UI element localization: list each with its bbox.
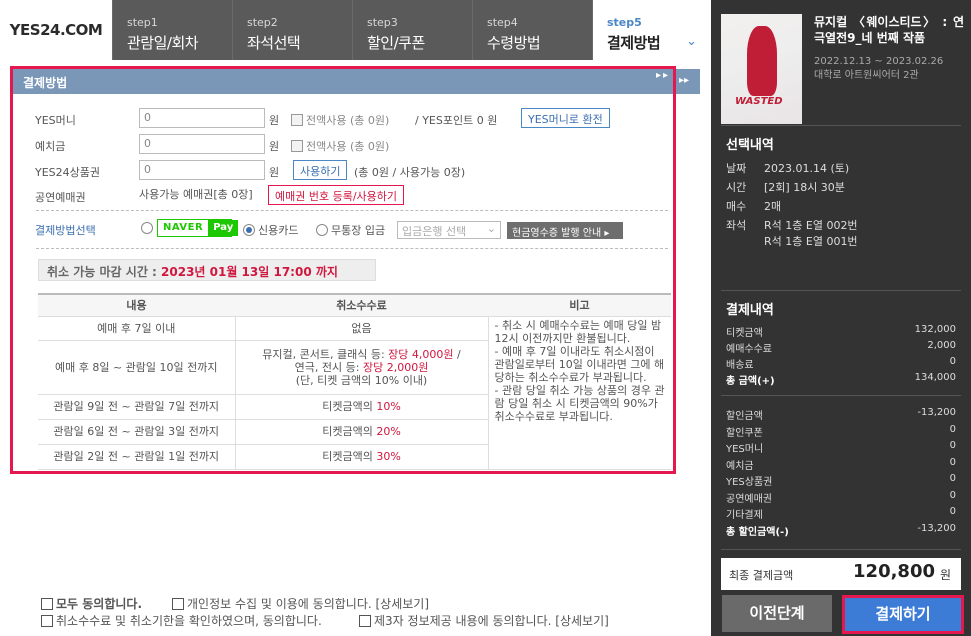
payment-list: 티켓금액 132,000 예매수수료 2,000 배송료 0 총 금액(+) 134,0… bbox=[726, 324, 956, 387]
bank-select[interactable]: 입금은행 선택 ⌄ bbox=[397, 221, 501, 239]
step-nav: step1 관람일/회차 step2 좌석선택 step3 할인/쿠폰 step4 수령… bbox=[112, 0, 711, 60]
selection-heading: 선택내역 bbox=[726, 138, 774, 153]
voucher-label: 공연예매권 bbox=[35, 191, 86, 204]
step-2[interactable]: step2 좌석선택 bbox=[232, 0, 352, 60]
naverpay-logo[interactable]: NAVER Pay bbox=[157, 219, 239, 237]
step-5[interactable]: step5 결제방법 ⌄ bbox=[592, 0, 711, 60]
step-3[interactable]: step3 할인/쿠폰 bbox=[352, 0, 472, 60]
yesmoney-input[interactable]: 0 bbox=[139, 108, 265, 128]
table-note: - 취소 시 예매수수료는 예매 당일 밤 12시 이전까지만 환불됩니다. -… bbox=[487, 316, 671, 470]
checkbox[interactable] bbox=[291, 114, 303, 126]
show-poster: WASTED bbox=[721, 14, 802, 124]
method-select-label: 결제방법선택 bbox=[35, 224, 96, 237]
payment-heading: 결제내역 bbox=[726, 303, 774, 318]
register-voucher-button[interactable]: 예매권 번호 등록/사용하기 bbox=[268, 185, 405, 205]
deposit-label: 예치금 bbox=[35, 140, 66, 153]
table-row: 예매 후 7일 이내 없음 - 취소 시 예매수수료는 예매 당일 밤 12시 … bbox=[38, 316, 671, 470]
deposit-use-all[interactable]: 전액사용 (총 0원) bbox=[291, 138, 389, 154]
prev-step-button[interactable]: 이전단계 bbox=[722, 595, 832, 632]
agree-third-party-checkbox[interactable]: 제3자 정보제공 내용에 동의합니다. [상세보기] bbox=[359, 612, 609, 629]
bank-radio[interactable]: 무통장 입금 bbox=[316, 222, 385, 238]
pay-button[interactable]: 결제하기 bbox=[842, 595, 964, 634]
use-giftcard-button[interactable]: 사용하기 bbox=[293, 160, 348, 180]
agree-all-checkbox[interactable]: 모두 동의합니다. bbox=[41, 595, 142, 612]
yes24-logo: YES24.COM bbox=[0, 0, 112, 60]
yesmoney-label: YES머니 bbox=[35, 114, 76, 127]
agree-privacy-checkbox[interactable]: 개인정보 수집 및 이용에 동의합니다. [상세보기] bbox=[172, 595, 429, 612]
collapse-icon[interactable]: ▸▸ bbox=[676, 69, 700, 94]
cancel-deadline: 취소 가능 마감 시간 : 2023년 01월 13일 17:00 까지 bbox=[38, 259, 376, 281]
cancel-fee-table: 내용 취소수수료 비고 예매 후 7일 이내 없음 - 취소 시 예매수수료는 … bbox=[38, 293, 671, 470]
convert-yesmoney-button[interactable]: YES머니로 환전 bbox=[521, 108, 610, 128]
selection-list: 날짜 2023.01.14 (토) 시간 [2회] 18시 30분 매수 2매 좌석 R… bbox=[726, 162, 858, 248]
show-period: 2022.12.13 ~ 2023.02.26 대학로 아트원씨어터 2관 bbox=[814, 56, 944, 81]
yes-points: / YES포인트 0 원 bbox=[415, 114, 498, 127]
giftcard-input[interactable]: 0 bbox=[139, 160, 265, 180]
agree-fee-checkbox[interactable]: 취소수수료 및 취소기한을 확인하였으며, 동의합니다. bbox=[41, 612, 322, 629]
chevron-down-icon: ⌄ bbox=[486, 222, 496, 235]
final-amount: 최종 결제금액 120,800 원 bbox=[721, 558, 961, 590]
deposit-input[interactable]: 0 bbox=[139, 134, 265, 154]
chevron-down-icon: ⌄ bbox=[686, 34, 697, 49]
naver-radio[interactable] bbox=[141, 222, 156, 235]
discount-list: 할인금액 -13,200 할인쿠폰 0 YES머니 0 예치금 0 YES상품권 0 공연… bbox=[726, 407, 956, 538]
checkbox[interactable] bbox=[291, 140, 303, 152]
yesmoney-use-all[interactable]: 전액사용 (총 0원) bbox=[291, 112, 389, 128]
giftcard-info: (총 0원 / 사용가능 0장) bbox=[354, 166, 466, 179]
giftcard-label: YES24상품권 bbox=[35, 166, 101, 179]
voucher-info: 사용가능 예매권[총 0장] bbox=[139, 188, 253, 201]
card-radio[interactable]: 신용카드 bbox=[243, 222, 298, 238]
step-4[interactable]: step4 수령방법 bbox=[472, 0, 592, 60]
show-title: 뮤지컬 〈웨이스티드〉 : 연극열전9_네 번째 작품 bbox=[814, 15, 964, 45]
cash-receipt-guide-button[interactable]: 현금영수증 발행 안내 ▸ bbox=[507, 222, 623, 239]
step-1[interactable]: step1 관람일/회차 bbox=[112, 0, 232, 60]
